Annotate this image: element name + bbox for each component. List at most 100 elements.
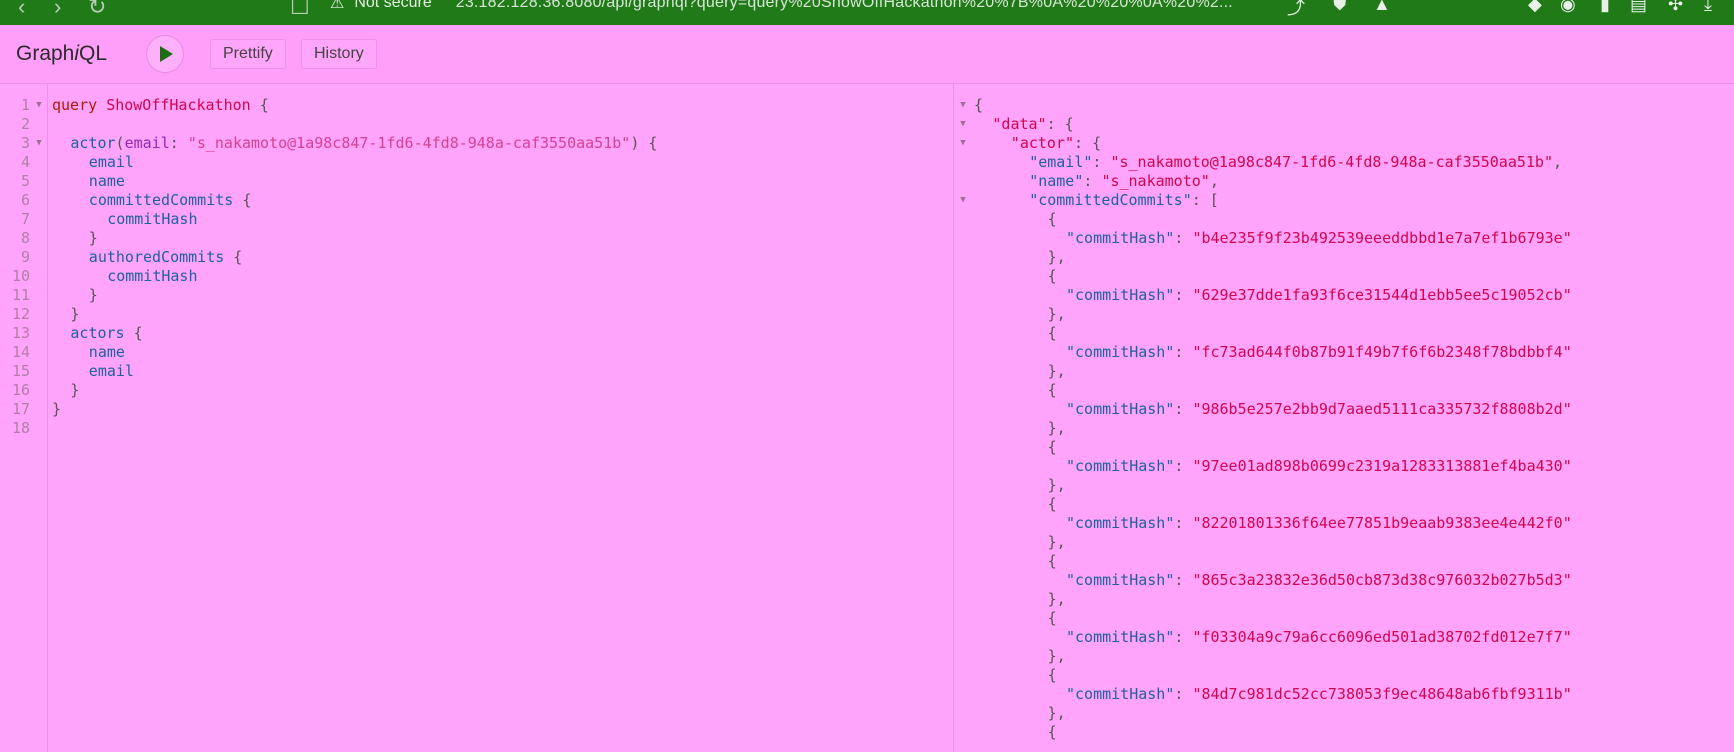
code-token: : [ bbox=[1191, 191, 1219, 209]
code-token: : bbox=[1174, 343, 1193, 361]
not-secure-icon: ⚠ bbox=[330, 0, 345, 12]
code-token: "84d7c981dc52cc738053f9ec48648ab6fbf9311… bbox=[1192, 685, 1572, 703]
prettify-button[interactable]: Prettify bbox=[210, 39, 286, 69]
line-number: 15 bbox=[11, 362, 30, 380]
code-token: } bbox=[88, 229, 98, 247]
code-token: : bbox=[1092, 153, 1111, 171]
play-icon bbox=[160, 46, 173, 62]
line-number: 11 bbox=[11, 286, 30, 304]
code-token: "commitHash" bbox=[1066, 457, 1175, 475]
fold-toggle-icon[interactable]: ▼ bbox=[958, 96, 968, 115]
code-line: { bbox=[1048, 666, 1057, 685]
code-line: name bbox=[89, 172, 125, 191]
code-token: "b4e235f9f23b492539eeeddbbd1e7a7ef1b6793… bbox=[1192, 229, 1572, 247]
code-line: }, bbox=[1048, 305, 1066, 324]
code-token: : bbox=[169, 134, 188, 152]
code-token: : bbox=[1174, 685, 1193, 703]
code-token: "actor" bbox=[1010, 134, 1075, 152]
line-number: 13 bbox=[11, 324, 30, 342]
code-token: } bbox=[70, 305, 80, 323]
code-token: commitHash bbox=[107, 210, 198, 228]
code-line: committedCommits { bbox=[89, 191, 252, 210]
code-line: "commitHash": "b4e235f9f23b492539eeeddbb… bbox=[1066, 229, 1572, 248]
code-token: { bbox=[1047, 609, 1057, 627]
code-token: }, bbox=[1047, 305, 1066, 323]
share-icon[interactable]: ⤴ bbox=[1287, 0, 1305, 20]
code-line: "commitHash": "97ee01ad898b0699c2319a128… bbox=[1066, 457, 1572, 476]
code-line: "name": "s_nakamoto", bbox=[1029, 172, 1219, 191]
code-token: "commitHash" bbox=[1066, 628, 1175, 646]
code-line: } bbox=[89, 286, 98, 305]
address-bar[interactable]: ⚠ Not secure 23.182.128.36:8080/api/grap… bbox=[330, 0, 1233, 13]
logo-text-3: QL bbox=[79, 42, 108, 65]
code-line: { bbox=[1048, 552, 1057, 571]
fold-toggle-icon[interactable]: ▼ bbox=[958, 191, 968, 210]
extension-1-icon[interactable]: ◆ bbox=[1528, 0, 1542, 15]
code-token: , bbox=[1209, 172, 1219, 190]
code-line: commitHash bbox=[107, 267, 197, 286]
result-viewer[interactable]: ▼{▼ "data": {▼ "actor": {"email": "s_nakam… bbox=[953, 83, 1734, 752]
code-token: "commitHash" bbox=[1066, 229, 1175, 247]
code-line: { bbox=[1048, 723, 1057, 742]
bookmark-icon[interactable]: ☐ bbox=[290, 0, 310, 20]
code-token: "commitHash" bbox=[1066, 343, 1175, 361]
code-token: : bbox=[1174, 628, 1193, 646]
code-token: authoredCommits bbox=[88, 248, 225, 266]
code-line: }, bbox=[1048, 419, 1066, 438]
code-line: "commitHash": "986b5e257e2bb9d7aaed5111c… bbox=[1066, 400, 1572, 419]
code-token: { bbox=[124, 324, 143, 342]
code-token: } bbox=[70, 381, 80, 399]
fold-toggle-icon[interactable]: ▼ bbox=[34, 134, 44, 153]
forward-icon[interactable]: › bbox=[54, 0, 61, 20]
fold-toggle-icon[interactable]: ▼ bbox=[34, 96, 44, 115]
graphiql-toolbar: GraphiQL Prettify History bbox=[0, 25, 1734, 84]
line-number: 4 bbox=[20, 153, 30, 171]
code-token: query bbox=[52, 96, 107, 114]
security-label: Not secure bbox=[354, 0, 432, 11]
line-number: 5 bbox=[20, 172, 30, 190]
download-icon[interactable]: ⤓ bbox=[1704, 0, 1712, 15]
code-token: "commitHash" bbox=[1066, 571, 1175, 589]
code-line: actor(email: "s_nakamoto@1a98c847-1fd6-4… bbox=[70, 134, 657, 153]
code-line: commitHash bbox=[107, 210, 197, 229]
brave-shield-icon[interactable]: ⛊ bbox=[1333, 0, 1347, 15]
puzzle-icon[interactable]: ✣ bbox=[1668, 0, 1683, 15]
code-token: { bbox=[1047, 723, 1057, 741]
code-line: }, bbox=[1048, 476, 1066, 495]
code-line: query ShowOffHackathon { bbox=[52, 96, 269, 115]
code-token: email bbox=[88, 362, 134, 380]
extension-2-icon[interactable]: ◉ bbox=[1560, 0, 1576, 15]
extension-3-icon[interactable]: ▮ bbox=[1600, 0, 1610, 15]
code-token: { bbox=[233, 191, 252, 209]
code-token: { bbox=[224, 248, 243, 266]
code-token: : bbox=[1174, 571, 1193, 589]
line-number: 9 bbox=[20, 248, 30, 266]
code-token: { bbox=[1047, 666, 1057, 684]
line-number: 10 bbox=[11, 267, 30, 285]
code-token: "s_nakamoto" bbox=[1101, 172, 1210, 190]
code-line: "commitHash": "f03304a9c79a6cc6096ed501a… bbox=[1066, 628, 1572, 647]
history-button[interactable]: History bbox=[301, 39, 377, 69]
code-line: { bbox=[1048, 210, 1057, 229]
code-line: }, bbox=[1048, 362, 1066, 381]
code-line: }, bbox=[1048, 248, 1066, 267]
fold-toggle-icon[interactable]: ▼ bbox=[958, 115, 968, 134]
code-token: { bbox=[1047, 495, 1057, 513]
execute-query-button[interactable] bbox=[146, 35, 184, 73]
code-line: "committedCommits": [ bbox=[1029, 191, 1219, 210]
code-token: "email" bbox=[1029, 153, 1093, 171]
back-icon[interactable]: ‹ bbox=[18, 0, 25, 20]
code-token: "commitHash" bbox=[1066, 514, 1175, 532]
code-line: "commitHash": "82201801336f64ee77851b9ea… bbox=[1066, 514, 1572, 533]
extension-4-icon[interactable]: ▤ bbox=[1630, 0, 1647, 15]
code-line: }, bbox=[1048, 704, 1066, 723]
fold-toggle-icon[interactable]: ▼ bbox=[958, 134, 968, 153]
code-token: , bbox=[1552, 153, 1563, 171]
rewards-icon[interactable]: ▲ bbox=[1373, 0, 1391, 15]
code-token: "s_nakamoto@1a98c847-1fd6-4fd8-948a-caf3… bbox=[1110, 153, 1553, 171]
reload-icon[interactable]: ↻ bbox=[88, 0, 106, 20]
logo-text-1: Graph bbox=[16, 42, 75, 65]
code-token: "committedCommits" bbox=[1029, 191, 1192, 209]
query-editor[interactable]: 1 ▼ query ShowOffHackathon {2 3 ▼ actor(email… bbox=[0, 83, 952, 752]
code-token: }, bbox=[1047, 590, 1066, 608]
